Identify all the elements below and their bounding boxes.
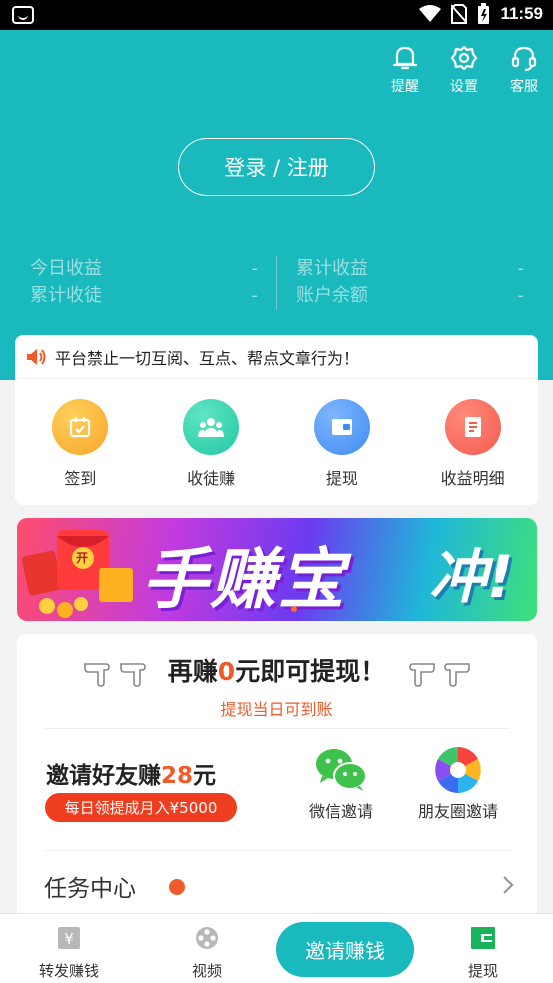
no-sim-icon — [451, 4, 468, 24]
task-center-label: 任务中心 — [44, 876, 136, 902]
group-icon — [183, 399, 240, 455]
withdraw-prefix: 再赚 — [167, 657, 218, 686]
today-earnings-label: 今日收益 — [30, 258, 102, 279]
app-notification-icon — [12, 6, 34, 24]
banner-title: 手赚宝 — [142, 541, 346, 618]
checkin-button[interactable]: 签到 — [25, 399, 135, 489]
nav-invite-earn-button[interactable]: 邀请赚钱 — [276, 922, 414, 977]
today-earnings-value: - — [251, 258, 259, 279]
total-disciples-label: 累计收徒 — [30, 285, 102, 306]
nav-video-label: 视频 — [191, 962, 222, 980]
speaker-icon — [27, 348, 46, 365]
login-register-button[interactable]: 登录 / 注册 — [178, 138, 375, 196]
wifi-icon — [419, 5, 442, 22]
clock: 11:59 — [500, 4, 543, 23]
moments-invite-label: 朋友圈邀请 — [417, 802, 498, 821]
nav-withdraw[interactable]: 提现 — [443, 926, 523, 981]
chevron-right-icon — [503, 876, 514, 894]
task-center-row[interactable]: 任务中心 — [44, 855, 514, 913]
settings-button[interactable]: 设置 — [442, 44, 486, 96]
invite-title: 邀请好友赚28元 — [46, 756, 216, 790]
checkin-label: 签到 — [64, 469, 97, 488]
stats-divider — [276, 256, 277, 310]
headset-icon — [511, 46, 537, 72]
account-header: 提醒 设置 客服 登录 / 注册 今日收益 - 累计收徒 - 累计收益 - 账户… — [0, 30, 553, 380]
withdraw-amount: 0 — [217, 657, 236, 686]
banner-badge: 开 — [76, 551, 89, 565]
customer-service-label: 客服 — [510, 79, 538, 95]
bottom-nav: ¥ 转发赚钱 视频 邀请赚钱 提现 — [0, 913, 553, 983]
notice-bar: 平台禁止一切互阅、互点、帮点文章行为！ — [15, 335, 538, 379]
invite-amount: 28 — [161, 763, 194, 789]
invite-title-suffix: 元 — [193, 763, 217, 789]
invite-reward-pill: 每日领提成月入¥5000 — [45, 793, 237, 822]
earnings-detail-label: 收益明细 — [440, 469, 505, 488]
nav-forward-label: 转发赚钱 — [38, 962, 99, 980]
gear-icon — [450, 45, 478, 71]
reminder-label: 提醒 — [391, 79, 419, 95]
calendar-check-icon — [52, 399, 109, 455]
banner-page-indicator — [291, 606, 297, 612]
notification-dot — [169, 879, 185, 895]
invite-title-prefix: 邀请好友赚 — [46, 763, 161, 789]
recruit-earn-label: 收徒赚 — [187, 469, 236, 488]
withdraw-button[interactable]: 提现 — [287, 399, 397, 489]
quick-actions-card: 平台禁止一切互阅、互点、帮点文章行为！ 签到 收徒赚 提现 收益明细 — [15, 335, 538, 505]
yuan-tag-icon: ¥ — [58, 927, 80, 949]
settings-label: 设置 — [450, 79, 478, 95]
red-envelope-icon — [21, 530, 133, 618]
nav-video[interactable]: 视频 — [167, 926, 247, 981]
stats-right: 累计收益 - 账户余额 - — [296, 255, 524, 309]
nav-forward-earn[interactable]: ¥ 转发赚钱 — [29, 926, 109, 981]
moments-invite-button[interactable]: 朋友圈邀请 — [398, 746, 518, 822]
bell-icon — [392, 46, 418, 70]
total-disciples-value: - — [251, 285, 259, 306]
wechat-invite-label: 微信邀请 — [308, 802, 373, 821]
withdraw-suffix: 元即可提现！ — [235, 657, 386, 686]
svg-text:¥: ¥ — [64, 930, 74, 948]
divider — [44, 728, 510, 729]
wechat-invite-button[interactable]: 微信邀请 — [281, 748, 401, 822]
earnings-detail-button[interactable]: 收益明细 — [418, 399, 528, 489]
reminder-button[interactable]: 提醒 — [383, 44, 427, 96]
film-reel-icon — [196, 927, 218, 949]
total-earnings-label: 累计收益 — [296, 258, 368, 279]
wallet-icon — [313, 399, 370, 455]
customer-service-button[interactable]: 客服 — [502, 44, 546, 96]
withdraw-label: 提现 — [325, 469, 358, 488]
account-balance-value: - — [517, 285, 525, 306]
promo-banner[interactable]: 开 手赚宝 冲! — [17, 518, 537, 621]
divider — [44, 850, 510, 851]
recruit-earn-button[interactable]: 收徒赚 — [156, 399, 266, 489]
status-bar: 11:59 — [0, 0, 553, 30]
battery-charging-icon — [478, 3, 490, 24]
banner-slogan: 冲! — [429, 543, 514, 611]
notice-text: 平台禁止一切互阅、互点、帮点文章行为！ — [55, 348, 360, 368]
total-earnings-value: - — [517, 258, 525, 279]
withdraw-progress-title: 再赚0元即可提现！ — [0, 652, 553, 688]
wechat-icon — [316, 749, 367, 791]
moments-aperture-icon — [435, 747, 481, 793]
account-balance-label: 账户余额 — [296, 285, 368, 306]
wallet-icon — [471, 927, 495, 949]
document-icon — [444, 399, 501, 455]
withdraw-subtitle: 提现当日可到账 — [220, 700, 333, 719]
nav-withdraw-label: 提现 — [467, 962, 498, 980]
stats-left: 今日收益 - 累计收徒 - — [30, 255, 258, 309]
